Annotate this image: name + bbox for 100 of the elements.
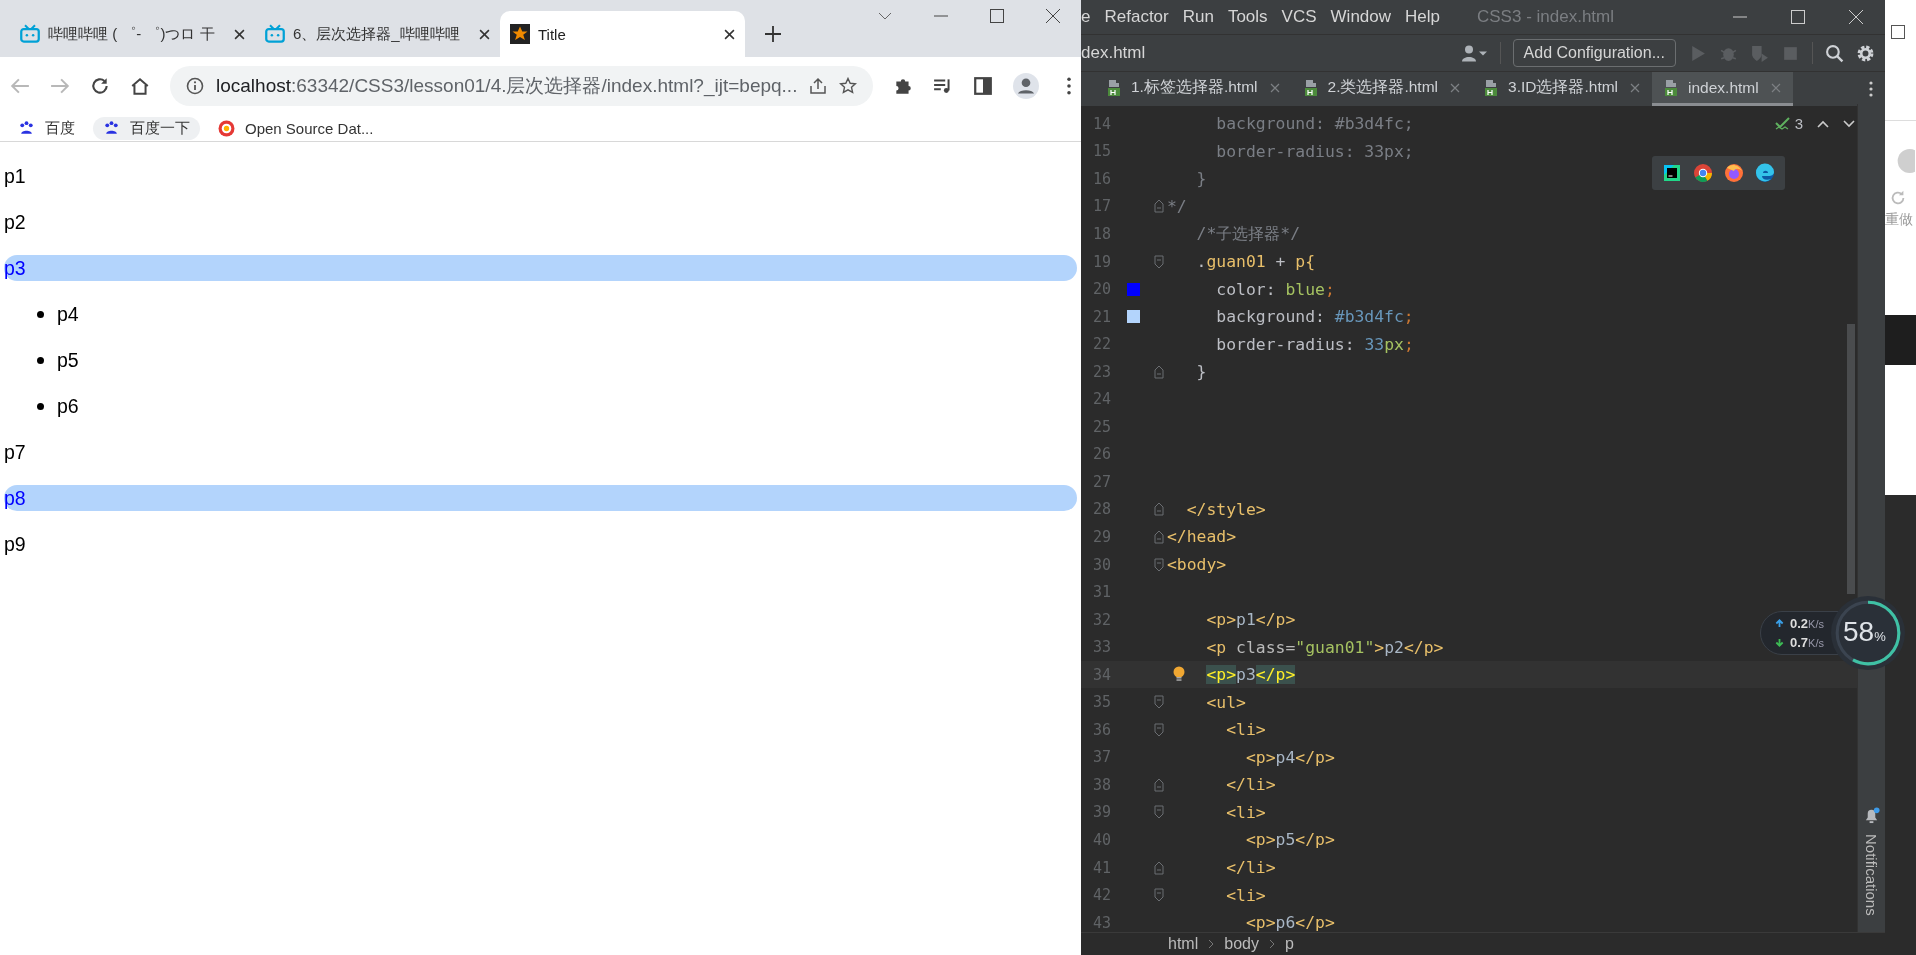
new-tab-icon[interactable] — [765, 26, 781, 42]
fold-marker[interactable] — [1154, 888, 1164, 903]
chrome-icon[interactable] — [1692, 163, 1713, 183]
code-line: .guan01 + p{ — [1195, 252, 1316, 271]
color-swatch[interactable] — [1127, 282, 1140, 296]
upload-speed: 0.2K/s — [1790, 616, 1824, 631]
fold-marker[interactable] — [1154, 557, 1164, 572]
user-caret-icon[interactable] — [1461, 43, 1488, 63]
fold-marker[interactable] — [1154, 805, 1164, 820]
code-line: <p>p3</p> — [1205, 665, 1296, 685]
usage-percent: 58% — [1843, 616, 1886, 648]
edge-icon[interactable] — [1755, 163, 1776, 183]
browser-tab[interactable]: 6、层次选择器_哔哩哔哩 — [255, 11, 500, 57]
chevron-right-icon — [1208, 939, 1215, 949]
maximize-icon[interactable] — [990, 9, 1004, 23]
menu-item[interactable]: Refactor — [1097, 7, 1176, 27]
editor-tab[interactable]: 1.标签选择器.html — [1095, 72, 1292, 106]
star-icon[interactable] — [839, 77, 858, 95]
browser-tab[interactable]: 哔哩哔哩 ( ゜- ゜)つロ 干 — [10, 11, 255, 57]
line-number: 42 — [1091, 886, 1111, 905]
line-number: 27 — [1091, 472, 1111, 491]
profile-icon[interactable] — [1013, 73, 1040, 99]
search-icon[interactable] — [1825, 43, 1844, 63]
browser-tab[interactable]: Title — [500, 11, 745, 57]
bookmark[interactable]: 百度一下 — [93, 116, 200, 140]
info-icon — [186, 77, 204, 95]
fold-marker[interactable] — [1154, 502, 1164, 517]
line-number: 20 — [1091, 280, 1111, 299]
code-line: </li> — [1225, 858, 1276, 878]
menu-item[interactable]: Help — [1398, 7, 1447, 27]
editor-tab[interactable]: index.html — [1652, 72, 1793, 106]
code-line: color: blue; — [1215, 279, 1335, 299]
fold-marker[interactable] — [1154, 777, 1164, 792]
notifications-label[interactable]: Notifications — [1863, 834, 1880, 916]
line-number: 30 — [1091, 555, 1111, 574]
chevron-right-icon — [1268, 939, 1275, 949]
code-line: </head> — [1167, 527, 1237, 547]
editor-tab[interactable]: 2.类选择器.html — [1291, 72, 1473, 106]
side-panel-icon[interactable] — [973, 76, 994, 96]
close-icon[interactable] — [479, 28, 490, 40]
address-bar[interactable]: localhost:63342/CSS3/lesson01/4.层次选择器/index.html?_ijt=bepq... — [170, 66, 874, 106]
menu-item[interactable]: Window — [1323, 7, 1399, 27]
chevron-up-icon[interactable] — [1817, 119, 1829, 128]
code-line: */ — [1167, 196, 1187, 216]
fold-marker[interactable] — [1154, 529, 1164, 544]
paragraph: p2 — [4, 210, 26, 235]
bookmark[interactable]: 百度 — [8, 116, 85, 140]
breadcrumb[interactable]: p — [1284, 935, 1294, 953]
bell-icon[interactable] — [1863, 807, 1880, 825]
square-icon — [1891, 25, 1905, 39]
code-line: <body> — [1167, 555, 1227, 574]
color-swatch[interactable] — [1127, 310, 1140, 324]
close-icon[interactable] — [724, 28, 735, 40]
code-line: <ul> — [1205, 692, 1246, 712]
line-number: 22 — [1091, 335, 1111, 354]
menu-item[interactable]: e — [1081, 7, 1098, 27]
line-number: 28 — [1091, 500, 1111, 519]
paragraph: p4 — [57, 302, 79, 327]
breadcrumb[interactable]: html — [1168, 935, 1199, 953]
ws-logo-icon[interactable] — [1661, 163, 1682, 183]
close-icon[interactable] — [234, 28, 245, 40]
share-icon[interactable] — [809, 77, 828, 95]
code-line: <li> — [1225, 802, 1266, 822]
fold-marker[interactable] — [1154, 364, 1164, 379]
code-line: <li> — [1225, 885, 1266, 905]
menu-item[interactable]: VCS — [1274, 7, 1324, 27]
menu-item[interactable]: Tools — [1220, 7, 1275, 27]
puzzle-icon[interactable] — [893, 76, 914, 96]
close-icon[interactable] — [1046, 9, 1060, 23]
reload-icon[interactable] — [90, 76, 110, 96]
chevron-down-icon[interactable] — [1843, 119, 1855, 128]
line-number: 21 — [1091, 307, 1111, 326]
firefox-icon[interactable] — [1724, 163, 1745, 183]
bookmark[interactable]: Open Source Dat... — [208, 117, 384, 139]
fold-marker[interactable] — [1154, 695, 1164, 710]
settings-icon[interactable] — [1856, 43, 1875, 63]
lightbulb-icon[interactable] — [1173, 665, 1185, 682]
home-icon[interactable] — [130, 76, 150, 96]
paw-icon — [103, 119, 120, 137]
menu-item[interactable]: Run — [1175, 7, 1221, 27]
line-number: 35 — [1091, 693, 1111, 712]
code-line: background: #b3d4fc; — [1215, 307, 1414, 327]
bullet — [37, 356, 44, 364]
code-line: } — [1195, 362, 1207, 382]
add-configuration-button[interactable]: Add Configuration... — [1512, 39, 1676, 67]
fold-marker[interactable] — [1154, 199, 1164, 214]
fold-marker[interactable] — [1154, 722, 1164, 737]
line-number: 24 — [1091, 390, 1111, 409]
download-speed: 0.7K/s — [1790, 635, 1824, 650]
more-icon[interactable] — [1869, 81, 1873, 97]
line-number: 18 — [1091, 224, 1111, 243]
file-breadcrumb[interactable]: dex.html — [1081, 43, 1146, 63]
html-file-icon — [1107, 78, 1123, 97]
fold-marker[interactable] — [1154, 254, 1164, 269]
fold-marker[interactable] — [1154, 860, 1164, 875]
inspection-widget[interactable]: 3 — [1774, 110, 1855, 137]
breadcrumb[interactable]: body — [1224, 935, 1259, 953]
scrollbar[interactable] — [1847, 324, 1855, 594]
bullet — [37, 310, 44, 318]
editor-tab[interactable]: 3.ID选择器.html — [1472, 72, 1653, 106]
